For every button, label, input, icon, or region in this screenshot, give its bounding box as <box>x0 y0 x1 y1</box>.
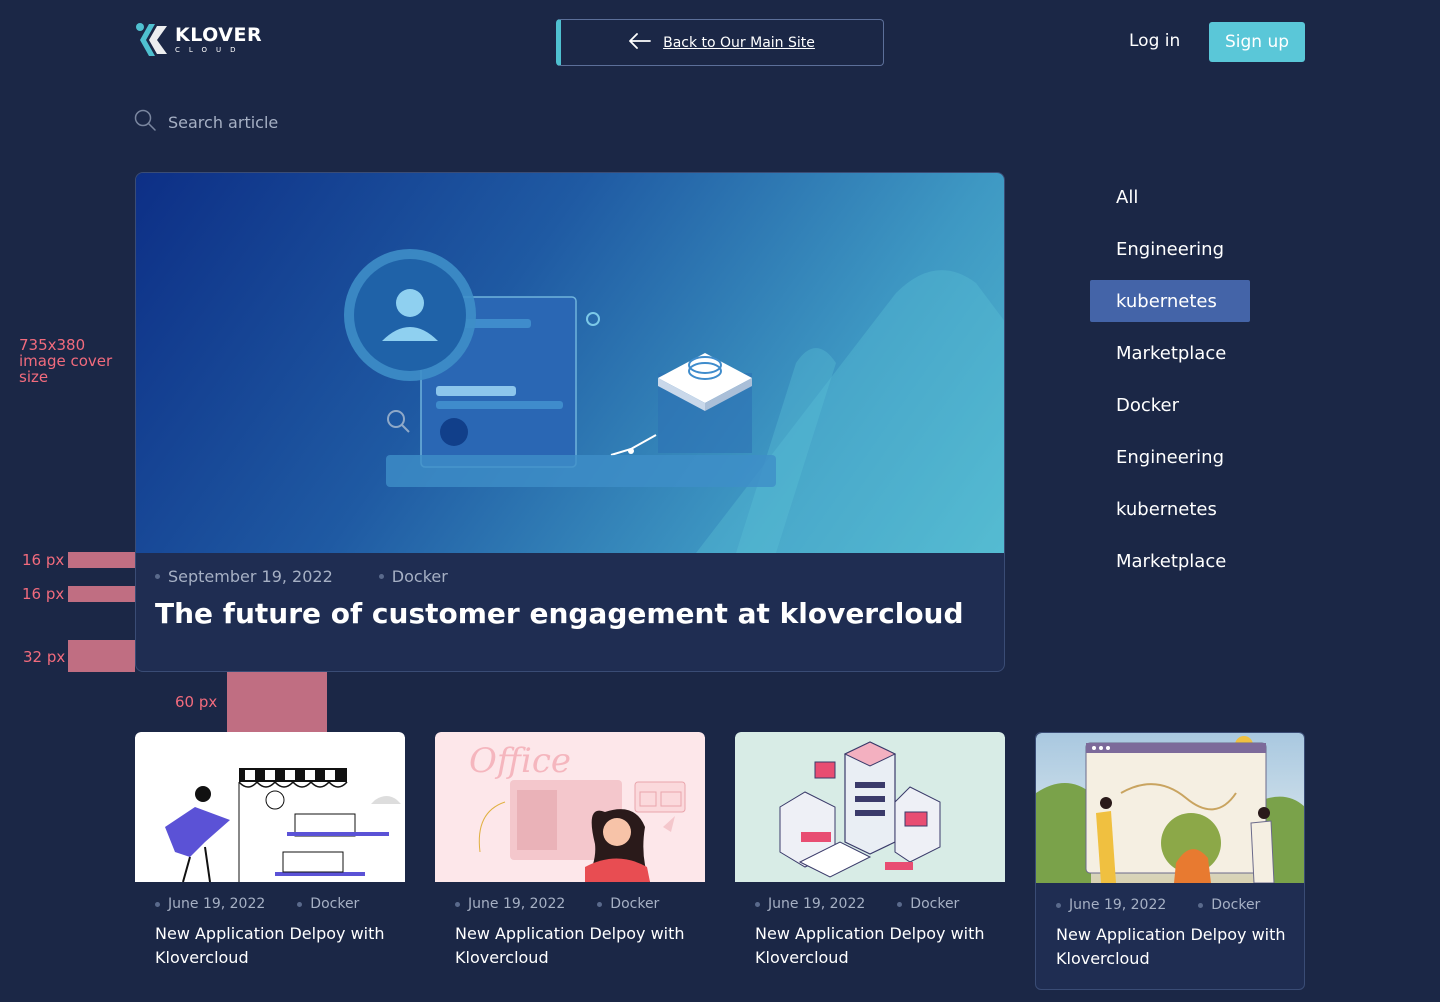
gap-annotation-60: 60 px <box>175 693 218 711</box>
card-category: Docker <box>610 896 660 912</box>
card-title[interactable]: New Application Delpoy with Klovercloud <box>755 922 995 970</box>
featured-meta: September 19, 2022 Docker <box>155 567 448 586</box>
login-link[interactable]: Log in <box>1129 31 1180 51</box>
search-input[interactable] <box>168 112 468 132</box>
card-category: Docker <box>1211 897 1261 913</box>
card-date: June 19, 2022 <box>168 896 266 912</box>
article-image-shop <box>135 732 405 882</box>
category-docker[interactable]: Docker <box>1090 384 1250 426</box>
card-meta: June 19, 2022 Docker <box>1056 897 1260 913</box>
gap-annotation-16a: 16 px <box>22 551 65 569</box>
logo-mark-icon <box>135 20 171 60</box>
card-meta: June 19, 2022 Docker <box>155 896 359 912</box>
gap-bar-16a <box>68 552 135 568</box>
card-title[interactable]: New Application Delpoy with Klovercloud <box>1056 923 1296 971</box>
featured-date: September 19, 2022 <box>168 567 333 586</box>
featured-category: Docker <box>391 567 448 586</box>
gap-annotation-16b: 16 px <box>22 585 65 603</box>
category-engineering[interactable]: Engineering <box>1090 228 1250 270</box>
article-image-office: Office <box>435 732 705 882</box>
klover-logo[interactable]: KLOVER CLOUD <box>135 20 262 60</box>
gap-bar-16b <box>68 586 135 602</box>
category-all[interactable]: All <box>1090 176 1250 218</box>
card-category: Docker <box>910 896 960 912</box>
cover-size-annotation: 735x380 image cover size <box>19 336 113 386</box>
article-image-whiteboard <box>1036 733 1304 883</box>
featured-cover-image <box>136 173 1004 553</box>
featured-article-card[interactable]: September 19, 2022 Docker The future of … <box>135 172 1005 672</box>
back-to-main-site-button[interactable]: Back to Our Main Site <box>556 19 884 66</box>
article-card[interactable]: June 19, 2022 Docker New Application Del… <box>1035 732 1305 990</box>
category-marketplace[interactable]: Marketplace <box>1090 332 1250 374</box>
category-list: All Engineering kubernetes Marketplace D… <box>1090 176 1290 592</box>
card-category: Docker <box>310 896 360 912</box>
logo-word: KLOVER <box>175 24 263 46</box>
category-kubernetes-2[interactable]: kubernetes <box>1090 488 1250 530</box>
back-to-main-site-label: Back to Our Main Site <box>663 34 815 51</box>
search-icon <box>134 109 156 135</box>
signup-button[interactable]: Sign up <box>1209 22 1305 62</box>
gap-annotation-32: 32 px <box>23 648 66 666</box>
card-title[interactable]: New Application Delpoy with Klovercloud <box>455 922 695 970</box>
search-bar <box>134 109 468 135</box>
category-engineering-2[interactable]: Engineering <box>1090 436 1250 478</box>
arrow-left-icon <box>629 32 651 53</box>
card-meta: June 19, 2022 Docker <box>755 896 959 912</box>
logo-sub: CLOUD <box>175 46 245 54</box>
featured-title[interactable]: The future of customer engagement at klo… <box>155 597 985 630</box>
card-date: June 19, 2022 <box>1069 897 1167 913</box>
svg-text:Office: Office <box>469 741 571 781</box>
gap-bar-32 <box>68 640 135 672</box>
article-image-isometric-city <box>735 732 1005 882</box>
card-title[interactable]: New Application Delpoy with Klovercloud <box>155 922 395 970</box>
article-card[interactable]: June 19, 2022 Docker New Application Del… <box>135 732 405 990</box>
category-marketplace-2[interactable]: Marketplace <box>1090 540 1250 582</box>
card-date: June 19, 2022 <box>468 896 566 912</box>
gap-bar-60 <box>227 672 327 732</box>
card-date: June 19, 2022 <box>768 896 866 912</box>
article-card[interactable]: June 19, 2022 Docker New Application Del… <box>735 732 1005 990</box>
article-card[interactable]: Office June 19, 2022 Docker New Applicat… <box>435 732 705 990</box>
category-kubernetes[interactable]: kubernetes <box>1090 280 1250 322</box>
card-meta: June 19, 2022 Docker <box>455 896 659 912</box>
